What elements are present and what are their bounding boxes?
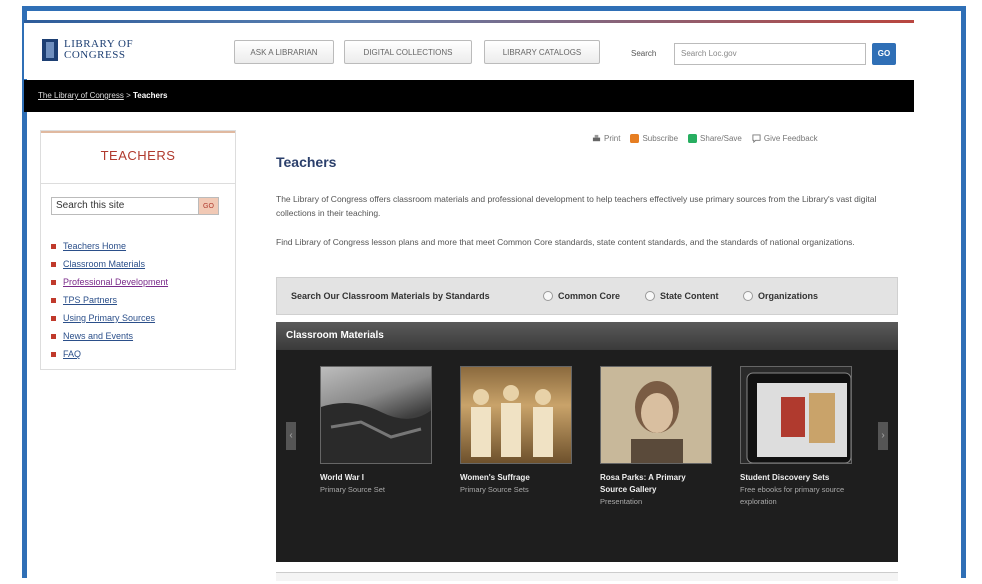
radio-icon (543, 291, 553, 301)
sidebar-item-label: TPS Partners (63, 295, 118, 305)
carousel-item-title: World War I (320, 473, 364, 482)
share-icon (688, 134, 698, 143)
carousel-item-subtitle: Primary Source Set (320, 485, 386, 494)
search-label: Search (631, 49, 657, 58)
sidebar-item-news-and-events[interactable]: News and Events (51, 327, 168, 345)
carousel-item-title: Student Discovery Sets (740, 473, 830, 482)
breadcrumb-separator: > (126, 91, 131, 100)
site-search-input[interactable]: Search Loc.gov (674, 43, 866, 65)
standards-search-bar: Search Our Classroom Materials by Standa… (276, 277, 898, 315)
radio-label: State Content (660, 291, 719, 301)
sidebar-item-using-primary-sources[interactable]: Using Primary Sources (51, 309, 168, 327)
sidebar-accent (41, 131, 235, 133)
tablet-icon (746, 372, 851, 463)
subscribe-link[interactable]: Subscribe (630, 134, 678, 143)
radio-common-core[interactable]: Common Core (543, 291, 620, 301)
sidebar: TEACHERS Search this site GO Teachers Ho… (40, 130, 236, 370)
sidebar-item-classroom-materials[interactable]: Classroom Materials (51, 255, 168, 273)
bullet-icon (51, 315, 56, 321)
sidebar-item-faq[interactable]: FAQ (51, 345, 168, 363)
intro-paragraph: The Library of Congress offers classroom… (276, 194, 877, 218)
bullet-icon (51, 351, 56, 357)
sidebar-item-label: Using Primary Sources (63, 313, 156, 323)
sidebar-divider (41, 183, 235, 184)
breadcrumb: The Library of Congress > Teachers (24, 80, 914, 112)
page-tools: Print Subscribe Share/Save Give Feedback (592, 134, 818, 143)
radio-label: Organizations (758, 291, 819, 301)
bullet-icon (51, 333, 56, 339)
feedback-label: Give Feedback (763, 134, 818, 143)
bullet-icon (51, 279, 56, 285)
bullet-icon (51, 243, 56, 249)
standards-paragraph: Find Library of Congress lesson plans an… (276, 237, 855, 247)
bullet-icon (51, 297, 56, 303)
sidebar-item-professional-development[interactable]: Professional Development (51, 273, 168, 291)
share-label: Share/Save (700, 134, 742, 143)
radio-state-content[interactable]: State Content (645, 291, 719, 301)
student-discovery-thumbnail (740, 366, 852, 464)
womens-suffrage-thumbnail (460, 366, 572, 464)
breadcrumb-current: Teachers (132, 91, 168, 100)
landscape-image-icon (321, 403, 431, 463)
carousel-heading: Classroom Materials (276, 322, 898, 350)
sidebar-item-label: Classroom Materials (63, 259, 146, 269)
portrait-icon (631, 381, 683, 463)
sidebar-search-input[interactable]: Search this site (51, 197, 199, 215)
radio-icon (645, 291, 655, 301)
bullet-icon (51, 261, 56, 267)
sidebar-item-label: News and Events (63, 331, 134, 341)
carousel-item-rosa-parks[interactable]: Rosa Parks: A Primary Source Gallery Pre… (600, 366, 714, 508)
sidebar-item-label: Professional Development (63, 277, 169, 287)
loc-logo[interactable]: LIBRARY OF CONGRESS (42, 39, 133, 61)
sidebar-title[interactable]: TEACHERS (41, 148, 235, 163)
subscribe-label: Subscribe (642, 134, 679, 143)
sidebar-search-go-button[interactable]: GO (199, 197, 219, 215)
carousel-item-student-discovery-sets[interactable]: Student Discovery Sets Free ebooks for p… (740, 366, 854, 508)
carousel-item-world-war-i[interactable]: World War I Primary Source Set (320, 366, 434, 496)
print-link[interactable]: Print (592, 134, 620, 143)
sidebar-item-teachers-home[interactable]: Teachers Home (51, 237, 168, 255)
carousel-item-title: Rosa Parks: A Primary Source Gallery (600, 473, 686, 494)
sidebar-item-label: FAQ (63, 349, 82, 359)
rosa-parks-thumbnail (600, 366, 712, 464)
library-catalogs-button[interactable]: LIBRARY CATALOGS (484, 40, 600, 64)
ask-librarian-button[interactable]: ASK A LIBRARIAN (234, 40, 334, 64)
digital-collections-button[interactable]: DIGITAL COLLECTIONS (344, 40, 472, 64)
sidebar-item-tps-partners[interactable]: TPS Partners (51, 291, 168, 309)
page-title: Teachers (276, 154, 337, 170)
printer-icon (592, 134, 601, 142)
speech-bubble-icon (752, 134, 761, 143)
carousel-item-subtitle: Primary Source Sets (460, 485, 529, 494)
feedback-link[interactable]: Give Feedback (752, 134, 818, 143)
radio-label: Common Core (558, 291, 621, 301)
loc-logo-icon (42, 39, 58, 61)
carousel-prev-button[interactable]: ‹ (286, 422, 296, 450)
carousel-next-button[interactable]: › (878, 422, 888, 450)
carousel-item-title: Women's Suffrage (460, 473, 530, 482)
carousel-item-subtitle: Free ebooks for primary source explorati… (740, 485, 845, 506)
radio-organizations[interactable]: Organizations (743, 291, 818, 301)
breadcrumb-home-link[interactable]: The Library of Congress (38, 91, 124, 100)
group-photo-icon (471, 385, 553, 457)
bottom-content-strip (276, 572, 898, 581)
logo-line2: CONGRESS (64, 49, 126, 61)
share-link[interactable]: Share/Save (688, 134, 742, 143)
sidebar-item-label: Teachers Home (63, 241, 127, 251)
logo-text: LIBRARY OF CONGRESS (64, 39, 133, 61)
carousel-item-subtitle: Presentation (600, 497, 643, 506)
radio-icon (743, 291, 753, 301)
world-war-i-thumbnail (320, 366, 432, 464)
print-label: Print (604, 134, 621, 143)
classroom-materials-carousel: Classroom Materials ‹ › World War I Prim… (276, 322, 898, 562)
standards-label: Search Our Classroom Materials by Standa… (291, 291, 490, 301)
sidebar-nav: Teachers Home Classroom Materials Profes… (51, 237, 168, 363)
site-header: LIBRARY OF CONGRESS ASK A LIBRARIAN DIGI… (24, 23, 914, 79)
carousel-item-womens-suffrage[interactable]: Women's Suffrage Primary Source Sets (460, 366, 574, 496)
site-search-go-button[interactable]: GO (872, 43, 896, 65)
rss-icon (630, 134, 640, 143)
